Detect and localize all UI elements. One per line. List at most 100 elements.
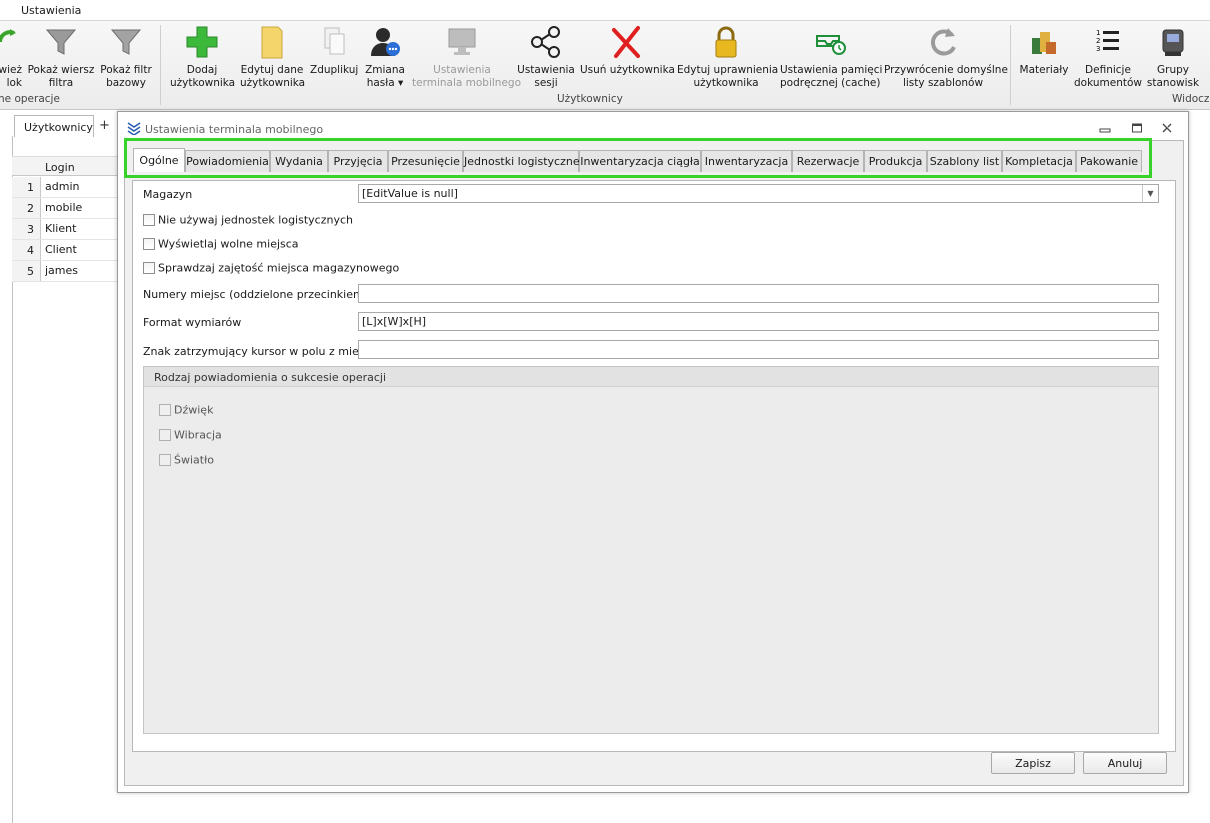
- cancel-button[interactable]: Anuluj: [1083, 752, 1167, 774]
- minimize-icon[interactable]: [1098, 122, 1112, 136]
- login-cell: james: [45, 264, 79, 277]
- materials-button[interactable]: Materiały: [1016, 24, 1072, 92]
- group-title: Rodzaj powiadomienia o sukcesie operacji: [144, 367, 1158, 387]
- add-user-button[interactable]: Dodaj użytkownika: [170, 24, 235, 92]
- menu-settings[interactable]: Ustawienia: [21, 4, 81, 17]
- table-row[interactable]: 4 Client: [12, 240, 122, 261]
- tab-reservations[interactable]: Rezerwacje: [792, 150, 864, 172]
- dimensions-format-label: Format wymiarów: [143, 316, 242, 329]
- column-login[interactable]: Login: [45, 161, 75, 174]
- workstation-groups-button[interactable]: Grupy stanowisk: [1144, 24, 1202, 92]
- tab-releases[interactable]: Wydania: [270, 150, 328, 172]
- funnel-icon: [26, 24, 96, 60]
- add-tab-button[interactable]: +: [99, 118, 110, 133]
- refresh-icon: [884, 24, 1002, 60]
- mobile-terminal-settings-label: Ustawienia terminala mobilnego: [412, 64, 521, 89]
- folder-icon: [240, 24, 304, 60]
- row-number: 3: [12, 219, 41, 239]
- change-password-button[interactable]: Zmiana hasła ▾: [360, 24, 410, 92]
- edit-user-button[interactable]: Edytuj dane użytkownika: [240, 24, 306, 92]
- edit-user-label: Edytuj dane użytkownika: [240, 64, 306, 89]
- monitor-icon: [412, 24, 512, 60]
- edit-permissions-label: Edytuj uprawnienia użytkownika: [677, 64, 779, 89]
- table-row[interactable]: 1 admin: [12, 177, 122, 198]
- checkbox-box[interactable]: [159, 454, 171, 466]
- tab-packing[interactable]: Pakowanie: [1076, 150, 1142, 172]
- duplicate-label: Zduplikuj: [310, 64, 359, 76]
- duplicate-button[interactable]: Zduplikuj: [310, 24, 358, 92]
- show-free-places-checkbox[interactable]: Wyświetlaj wolne miejsca: [143, 237, 299, 253]
- workstation-groups-label: Grupy stanowisk: [1146, 64, 1200, 89]
- checkbox-label: Sprawdzaj zajętość miejsca magazynowego: [158, 261, 400, 275]
- svg-text:3: 3: [1096, 45, 1100, 53]
- tab-general[interactable]: Ogólne: [133, 148, 185, 172]
- table-row[interactable]: 2 mobile: [12, 198, 122, 219]
- duplicate-icon: [310, 24, 358, 60]
- checkbox-box[interactable]: [143, 238, 155, 250]
- tab-continuous-inventory[interactable]: Inwentaryzacja ciągła: [579, 150, 701, 172]
- checkbox-box[interactable]: [159, 429, 171, 441]
- svg-text:1: 1: [1096, 29, 1100, 37]
- sound-checkbox[interactable]: Dźwięk: [159, 403, 213, 419]
- delete-user-label: Usuń użytkownika: [580, 64, 675, 76]
- funnel-icon: [98, 24, 154, 60]
- partial-left-button[interactable]: wież lok: [0, 24, 22, 92]
- vibration-checkbox[interactable]: Wibracja: [159, 428, 222, 444]
- no-logistic-units-checkbox[interactable]: Nie używaj jednostek logistycznych: [143, 213, 353, 229]
- session-settings-label: Ustawienia sesji: [517, 64, 575, 89]
- materials-icon: [1016, 24, 1072, 60]
- checkbox-box[interactable]: [143, 262, 155, 274]
- change-password-label: Zmiana hasła ▾: [365, 64, 405, 89]
- delete-user-button[interactable]: Usuń użytkownika: [580, 24, 675, 92]
- tab-logistic-units[interactable]: Jednostki logistyczne: [463, 150, 580, 172]
- light-checkbox[interactable]: Światło: [159, 453, 214, 469]
- place-numbers-input[interactable]: [358, 284, 1159, 303]
- restore-default-templates-label: Przywrócenie domyślne listy szablonów: [884, 64, 1008, 89]
- edit-permissions-button[interactable]: Edytuj uprawnienia użytkownika: [677, 24, 779, 92]
- session-settings-button[interactable]: Ustawienia sesji: [516, 24, 576, 92]
- row-number: 1: [12, 177, 41, 197]
- app-logo-icon: [127, 121, 141, 136]
- checkbox-box[interactable]: [159, 404, 171, 416]
- table-row[interactable]: 5 james: [12, 261, 122, 282]
- dimensions-format-input[interactable]: [L]x[W]x[H]: [358, 312, 1159, 331]
- document-definitions-button[interactable]: 123 Definicje dokumentów: [1074, 24, 1142, 92]
- tab-receipts[interactable]: Przyjęcia: [328, 150, 388, 172]
- materials-label: Materiały: [1019, 64, 1069, 76]
- checkbox-label: Światło: [174, 453, 214, 467]
- save-button[interactable]: Zapisz: [991, 752, 1075, 774]
- stop-char-input[interactable]: [358, 340, 1159, 359]
- notification-type-group: Rodzaj powiadomienia o sukcesie operacji…: [143, 366, 1159, 734]
- check-occupancy-checkbox[interactable]: Sprawdzaj zajętość miejsca magazynowego: [143, 261, 399, 277]
- tab-transfers[interactable]: Przesunięcie: [388, 150, 463, 172]
- cache-tray-icon: [780, 24, 880, 60]
- tab-list-templates[interactable]: Szablony list: [927, 150, 1002, 172]
- warehouse-combo[interactable]: [EditValue is null] ▼: [358, 184, 1159, 203]
- warehouse-label: Magazyn: [143, 188, 193, 201]
- stop-char-label: Znak zatrzymujący kursor w polu z miejsc…: [143, 345, 392, 358]
- partial-left-label: wież lok: [0, 64, 22, 89]
- row-number: 5: [12, 261, 41, 281]
- show-filter-row-button[interactable]: Pokaż wiersz filtra: [26, 24, 96, 92]
- cache-settings-button[interactable]: Ustawienia pamięci podręcznej (cache): [780, 24, 882, 92]
- maximize-icon[interactable]: [1130, 122, 1144, 136]
- tab-picking[interactable]: Kompletacja: [1002, 150, 1076, 172]
- checkbox-label: Nie używaj jednostek logistycznych: [158, 213, 353, 227]
- mobile-terminal-settings-button[interactable]: Ustawienia terminala mobilnego: [412, 24, 521, 92]
- checkbox-label: Wyświetlaj wolne miejsca: [158, 237, 299, 251]
- tab-inventory[interactable]: Inwentaryzacja: [701, 150, 792, 172]
- table-row[interactable]: 3 Klient: [12, 219, 122, 240]
- tab-notifications[interactable]: Powiadomienia: [185, 150, 270, 172]
- ribbon-separator: [1010, 25, 1011, 105]
- chevron-down-icon[interactable]: ▼: [1142, 185, 1158, 202]
- close-icon[interactable]: [1160, 122, 1174, 136]
- group-label-users: Użytkownicy: [557, 93, 623, 105]
- svg-text:2: 2: [1096, 37, 1100, 45]
- tab-users[interactable]: Użytkownicy: [14, 115, 94, 137]
- tab-production[interactable]: Produkcja: [864, 150, 927, 172]
- checkbox-box[interactable]: [143, 214, 155, 226]
- restore-default-templates-button[interactable]: Przywrócenie domyślne listy szablonów: [884, 24, 1008, 92]
- users-grid-header: Login: [12, 156, 122, 176]
- document-definitions-label: Definicje dokumentów: [1074, 64, 1142, 89]
- show-base-filter-button[interactable]: Pokaż filtr bazowy: [98, 24, 154, 92]
